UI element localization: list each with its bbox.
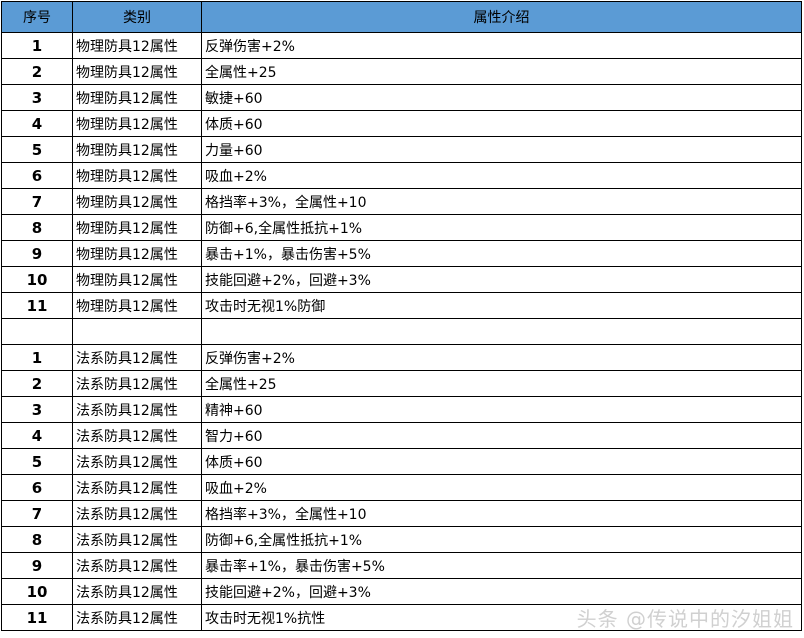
cell-attribute: 全属性+25 (201, 58, 802, 85)
cell-category: 法系防具12属性 (72, 500, 202, 527)
table-row: 10 法系防具12属性 技能回避+2%，回避+3% (1, 578, 802, 605)
cell-attribute (201, 318, 802, 345)
cell-category: 物理防具12属性 (72, 162, 202, 189)
cell-category: 物理防具12属性 (72, 214, 202, 241)
table-row: 11 物理防具12属性 攻击时无视1%防御 (1, 292, 802, 319)
cell-index: 11 (1, 604, 73, 631)
cell-category: 法系防具12属性 (72, 552, 202, 579)
header-attribute: 属性介绍 (201, 1, 802, 33)
cell-index: 8 (1, 214, 73, 241)
cell-attribute: 吸血+2% (201, 162, 802, 189)
cell-index: 10 (1, 266, 73, 293)
cell-index: 9 (1, 240, 73, 267)
cell-index: 1 (1, 32, 73, 59)
cell-attribute: 反弹伤害+2% (201, 32, 802, 59)
cell-attribute: 技能回避+2%，回避+3% (201, 266, 802, 293)
table-row: 4 法系防具12属性 智力+60 (1, 422, 802, 449)
cell-index: 1 (1, 344, 73, 371)
cell-category: 法系防具12属性 (72, 604, 202, 631)
cell-index: 3 (1, 84, 73, 111)
table-row: 6 法系防具12属性 吸血+2% (1, 474, 802, 501)
cell-category: 物理防具12属性 (72, 266, 202, 293)
cell-attribute: 全属性+25 (201, 370, 802, 397)
cell-attribute: 力量+60 (201, 136, 802, 163)
cell-category: 物理防具12属性 (72, 110, 202, 137)
cell-attribute: 攻击时无视1%防御 (201, 292, 802, 319)
table-row: 1 物理防具12属性 反弹伤害+2% (1, 32, 802, 59)
header-category: 类别 (72, 1, 202, 33)
cell-index: 7 (1, 500, 73, 527)
cell-attribute: 体质+60 (201, 110, 802, 137)
table-row: 5 物理防具12属性 力量+60 (1, 136, 802, 163)
cell-category: 法系防具12属性 (72, 526, 202, 553)
cell-attribute: 防御+6,全属性抵抗+1% (201, 526, 802, 553)
cell-index: 5 (1, 448, 73, 475)
cell-attribute: 格挡率+3%，全属性+10 (201, 188, 802, 215)
table-row: 4 物理防具12属性 体质+60 (1, 110, 802, 137)
cell-index: 10 (1, 578, 73, 605)
cell-attribute: 防御+6,全属性抵抗+1% (201, 214, 802, 241)
cell-category: 物理防具12属性 (72, 188, 202, 215)
table-row: 3 物理防具12属性 敏捷+60 (1, 84, 802, 111)
table-row: 2 法系防具12属性 全属性+25 (1, 370, 802, 397)
cell-index: 9 (1, 552, 73, 579)
cell-index: 4 (1, 110, 73, 137)
cell-attribute: 精神+60 (201, 396, 802, 423)
cell-category: 物理防具12属性 (72, 84, 202, 111)
cell-attribute: 技能回避+2%，回避+3% (201, 578, 802, 605)
attribute-table: 序号 类别 属性介绍 1 物理防具12属性 反弹伤害+2% 2 物理防具12属性 全属性+… (1, 1, 802, 631)
cell-category: 法系防具12属性 (72, 396, 202, 423)
cell-attribute: 吸血+2% (201, 474, 802, 501)
cell-index (1, 318, 73, 345)
cell-index: 3 (1, 396, 73, 423)
table-row: 7 物理防具12属性 格挡率+3%，全属性+10 (1, 188, 802, 215)
cell-category: 法系防具12属性 (72, 578, 202, 605)
cell-category (72, 318, 202, 345)
table-body: 1 物理防具12属性 反弹伤害+2% 2 物理防具12属性 全属性+25 3 物理防具12属性… (1, 32, 802, 631)
cell-index: 2 (1, 58, 73, 85)
table-row (1, 318, 802, 345)
cell-category: 法系防具12属性 (72, 474, 202, 501)
table-row: 9 法系防具12属性 暴击率+1%，暴击伤害+5% (1, 552, 802, 579)
cell-index: 6 (1, 474, 73, 501)
cell-index: 8 (1, 526, 73, 553)
header-row: 序号 类别 属性介绍 (1, 1, 802, 33)
table-row: 1 法系防具12属性 反弹伤害+2% (1, 344, 802, 371)
cell-index: 5 (1, 136, 73, 163)
cell-index: 11 (1, 292, 73, 319)
table-row: 7 法系防具12属性 格挡率+3%，全属性+10 (1, 500, 802, 527)
table-row: 2 物理防具12属性 全属性+25 (1, 58, 802, 85)
table-row: 10 物理防具12属性 技能回避+2%，回避+3% (1, 266, 802, 293)
cell-category: 法系防具12属性 (72, 422, 202, 449)
cell-category: 法系防具12属性 (72, 344, 202, 371)
cell-category: 物理防具12属性 (72, 32, 202, 59)
cell-attribute: 智力+60 (201, 422, 802, 449)
cell-attribute: 反弹伤害+2% (201, 344, 802, 371)
cell-attribute: 暴击+1%，暴击伤害+5% (201, 240, 802, 267)
watermark: 头条 @传说中的汐姐姐 (576, 607, 794, 631)
cell-attribute: 格挡率+3%，全属性+10 (201, 500, 802, 527)
table-row: 6 物理防具12属性 吸血+2% (1, 162, 802, 189)
table-row: 5 法系防具12属性 体质+60 (1, 448, 802, 475)
cell-category: 法系防具12属性 (72, 448, 202, 475)
cell-index: 6 (1, 162, 73, 189)
cell-category: 法系防具12属性 (72, 370, 202, 397)
cell-category: 物理防具12属性 (72, 136, 202, 163)
cell-attribute: 体质+60 (201, 448, 802, 475)
cell-index: 7 (1, 188, 73, 215)
cell-index: 4 (1, 422, 73, 449)
table-row: 8 物理防具12属性 防御+6,全属性抵抗+1% (1, 214, 802, 241)
cell-category: 物理防具12属性 (72, 240, 202, 267)
cell-index: 2 (1, 370, 73, 397)
header-index: 序号 (1, 1, 73, 33)
cell-attribute: 敏捷+60 (201, 84, 802, 111)
table-row: 3 法系防具12属性 精神+60 (1, 396, 802, 423)
cell-category: 物理防具12属性 (72, 292, 202, 319)
cell-category: 物理防具12属性 (72, 58, 202, 85)
table-row: 9 物理防具12属性 暴击+1%，暴击伤害+5% (1, 240, 802, 267)
table-row: 8 法系防具12属性 防御+6,全属性抵抗+1% (1, 526, 802, 553)
cell-attribute: 暴击率+1%，暴击伤害+5% (201, 552, 802, 579)
